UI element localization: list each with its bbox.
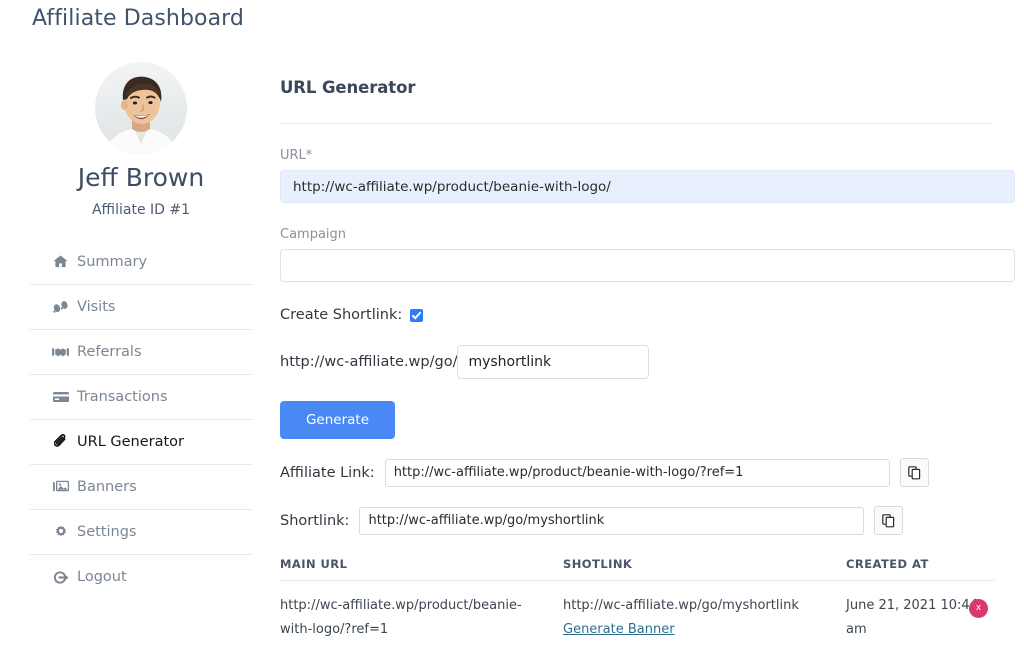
- page-title: Affiliate Dashboard: [32, 6, 244, 31]
- profile-affiliate-id: Affiliate ID #1: [91, 201, 191, 218]
- links-table: MAIN URL SHOTLINK CREATED AT http://wc-a…: [280, 557, 995, 642]
- logout-icon: [52, 570, 69, 585]
- main-content: URL Generator URL* Campaign Create Short…: [280, 78, 1015, 642]
- home-icon: [52, 254, 69, 269]
- section-divider: [280, 123, 993, 124]
- sidebar-item-settings[interactable]: Settings: [30, 510, 252, 555]
- copy-shortlink-button[interactable]: [874, 506, 904, 535]
- sidebar-item-logout[interactable]: Logout: [30, 555, 252, 600]
- avatar: [95, 62, 187, 154]
- table-row: http://wc-affiliate.wp/product/beanie-wi…: [280, 581, 995, 642]
- sidebar-item-label: URL Generator: [77, 433, 185, 450]
- sidebar-item-label: Logout: [77, 569, 127, 585]
- cell-shortlink: http://wc-affiliate.wp/go/myshortlink Ge…: [563, 594, 846, 642]
- sidebar-item-label: Banners: [77, 478, 137, 495]
- sidebar-item-label: Referrals: [77, 343, 142, 360]
- shortlink-slug-row: http://wc-affiliate.wp/go/: [280, 345, 1015, 379]
- sidebar-item-summary[interactable]: Summary: [30, 240, 252, 285]
- sidebar-item-visits[interactable]: Visits: [30, 285, 252, 330]
- profile-name: Jeff Brown: [77, 163, 205, 192]
- sidebar-item-label: Summary: [77, 253, 148, 270]
- table-header-row: MAIN URL SHOTLINK CREATED AT: [280, 557, 995, 581]
- sidebar-item-url-generator[interactable]: URL Generator: [30, 420, 252, 465]
- section-title: URL Generator: [280, 78, 416, 97]
- shortlink-result-row: Shortlink:: [280, 506, 1015, 535]
- shortlink-result-input[interactable]: [359, 506, 865, 535]
- sidebar-item-banners[interactable]: Banners: [30, 465, 252, 510]
- credit-card-icon: [52, 389, 69, 404]
- table-header-main-url: MAIN URL: [280, 557, 348, 571]
- campaign-field-label: Campaign: [280, 227, 347, 242]
- sidebar-item-label: Settings: [77, 523, 137, 540]
- affiliate-link-row: Affiliate Link:: [280, 458, 1015, 487]
- gear-icon: [52, 524, 69, 539]
- generate-banner-link[interactable]: Generate Banner: [563, 622, 675, 637]
- handshake-icon: [52, 344, 69, 359]
- campaign-input[interactable]: [280, 249, 1015, 282]
- paperclip-icon: [52, 434, 69, 449]
- shortlink-result-label: Shortlink:: [280, 512, 350, 529]
- cell-main-url: http://wc-affiliate.wp/product/beanie-wi…: [280, 598, 522, 638]
- url-input[interactable]: [280, 170, 1015, 203]
- sidebar: Jeff Brown Affiliate ID #1 Summary Visit…: [30, 62, 252, 600]
- footprints-icon: [52, 299, 69, 314]
- sidebar-item-label: Visits: [77, 298, 116, 315]
- affiliate-link-input[interactable]: [384, 458, 890, 487]
- url-field-label: URL*: [280, 148, 313, 163]
- copy-icon: [882, 513, 895, 527]
- table-header-shortlink: SHOTLINK: [563, 557, 633, 571]
- copy-icon: [907, 465, 920, 479]
- sidebar-item-referrals[interactable]: Referrals: [30, 330, 252, 375]
- delete-row-button[interactable]: x: [969, 599, 988, 618]
- table-header-created-at: CREATED AT: [846, 557, 929, 571]
- shortlink-slug-input[interactable]: [457, 345, 650, 379]
- shortlink-prefix: http://wc-affiliate.wp/go/: [280, 354, 458, 370]
- create-shortlink-label: Create Shortlink:: [280, 307, 403, 323]
- affiliate-link-label: Affiliate Link:: [280, 464, 375, 481]
- sidebar-nav: Summary Visits Referrals Transactions UR…: [30, 240, 252, 600]
- sidebar-item-label: Transactions: [77, 388, 168, 405]
- generate-button[interactable]: Generate: [280, 401, 395, 439]
- cell-shortlink-url: http://wc-affiliate.wp/go/myshortlink: [563, 598, 799, 613]
- affiliate-dashboard-page: Affiliate Dashboard Jeff Brown Affiliate…: [0, 0, 1024, 657]
- create-shortlink-row: Create Shortlink:: [280, 307, 1015, 323]
- image-icon: [52, 479, 69, 494]
- avatar-wrapper: [30, 62, 252, 154]
- create-shortlink-checkbox[interactable]: [410, 308, 424, 322]
- sidebar-item-transactions[interactable]: Transactions: [30, 375, 252, 420]
- copy-affiliate-link-button[interactable]: [899, 458, 929, 487]
